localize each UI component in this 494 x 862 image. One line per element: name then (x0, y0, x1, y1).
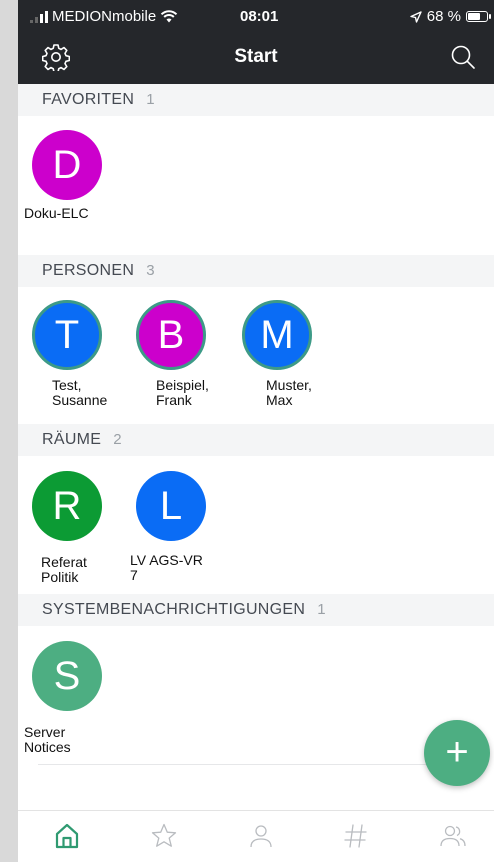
tile-label: LV AGS-VR 7 (130, 552, 203, 583)
section-title: PERSONEN (42, 262, 135, 279)
tile-label: Server Notices (24, 724, 71, 755)
section-count: 1 (146, 91, 155, 108)
star-icon[interactable] (149, 821, 179, 851)
section-title: SYSTEMBENACHRICHTIGUNGEN (42, 601, 306, 618)
search-icon[interactable] (450, 44, 476, 70)
navigation-bar: Start (18, 34, 494, 84)
avatar: B (136, 300, 206, 370)
top-bar: MEDIONmobile 08:01 68 % Start (18, 0, 494, 84)
page-title: Start (234, 46, 278, 67)
carrier-name: MEDIONmobile (52, 8, 157, 25)
avatar: T (32, 300, 102, 370)
section-header-rooms: RÄUME 2 (18, 424, 494, 456)
people-icon[interactable] (438, 821, 468, 851)
tab-bar (18, 810, 494, 862)
status-time: 08:01 (240, 8, 279, 25)
add-button[interactable]: + (424, 720, 490, 786)
section-title: FAVORITEN (42, 91, 135, 108)
section-count: 3 (146, 262, 155, 279)
avatar: D (32, 130, 102, 200)
section-count: 1 (317, 601, 326, 618)
section-header-system: SYSTEMBENACHRICHTIGUNGEN 1 (18, 594, 494, 626)
avatar: M (242, 300, 312, 370)
section-header-people: PERSONEN 3 (18, 255, 494, 287)
tile-label: Doku-ELC (24, 205, 89, 221)
wifi-icon (160, 10, 178, 23)
battery-info: 68 % (410, 8, 491, 25)
status-bar: MEDIONmobile 08:01 68 % (18, 0, 494, 34)
person-icon[interactable] (246, 821, 276, 851)
list-divider (38, 764, 468, 765)
avatar: S (32, 641, 102, 711)
app-screen: MEDIONmobile 08:01 68 % Start FAVORITEN … (18, 0, 494, 862)
home-icon[interactable] (52, 821, 82, 851)
avatar: R (32, 471, 102, 541)
location-arrow-icon (410, 10, 422, 23)
battery-percent: 68 % (426, 8, 461, 25)
section-title: RÄUME (42, 431, 102, 448)
section-header-favorites: FAVORITEN 1 (18, 84, 494, 116)
hashtag-icon[interactable] (341, 821, 371, 851)
tile-label: Beispiel, Frank (156, 377, 209, 408)
avatar: L (136, 471, 206, 541)
tile-label: Muster, Max (266, 377, 312, 408)
signal-icon (30, 10, 48, 23)
tile-label: Referat Politik (41, 554, 87, 585)
carrier-info: MEDIONmobile (30, 8, 178, 25)
section-count: 2 (113, 431, 122, 448)
tile-label: Test, Susanne (52, 377, 108, 408)
battery-icon (466, 11, 491, 22)
